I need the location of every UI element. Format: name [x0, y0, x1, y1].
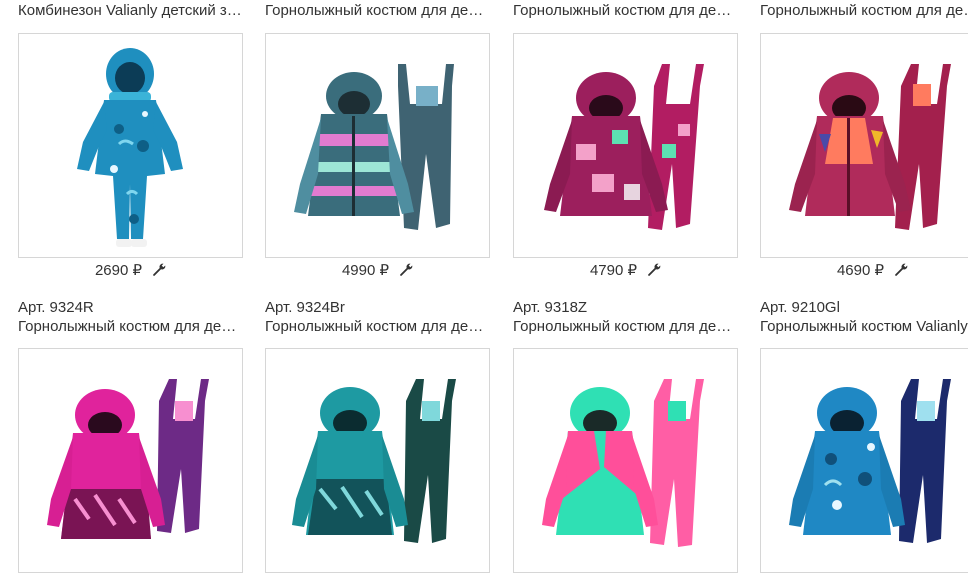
article-number: Арт. 9324R [18, 299, 94, 316]
ski-suit-image [789, 379, 951, 543]
product-name-link[interactable]: Горнолыжный костюм для девочки [265, 1, 490, 20]
product-photo[interactable] [18, 348, 243, 573]
article-number: Арт. 9318Z [513, 299, 588, 316]
product-name-link[interactable]: Горнолыжный костюм для девочки [760, 1, 968, 20]
price[interactable]: 2690 ₽ [95, 261, 142, 279]
product-name-link[interactable]: Горнолыжный костюм для девочки [513, 317, 738, 336]
product-name-link[interactable]: Горнолыжный костюм для девочки [18, 317, 243, 336]
product-photo[interactable] [760, 348, 968, 573]
product-photo[interactable] [18, 33, 243, 258]
product-name-link[interactable]: Комбинезон Valianly детский зимний [18, 1, 243, 20]
ski-suit-image [789, 64, 951, 230]
product-photo[interactable] [265, 348, 490, 573]
wrench-icon[interactable] [152, 263, 166, 277]
wrench-icon[interactable] [894, 263, 908, 277]
ski-suit-image [544, 64, 704, 230]
product-photo[interactable] [513, 348, 738, 573]
wrench-icon[interactable] [399, 263, 413, 277]
product-photo[interactable] [513, 33, 738, 258]
article-number: Арт. 9210Gl [760, 299, 840, 316]
article-number: Арт. 9324Br [265, 299, 345, 316]
ski-suit-image [47, 379, 209, 539]
product-name-link[interactable]: Горнолыжный костюм для девочки [265, 317, 490, 336]
product-photo[interactable] [760, 33, 968, 258]
ski-suit-image [292, 379, 456, 543]
price-row: 4990 ₽ [265, 261, 490, 281]
ski-suit-image [542, 379, 704, 547]
price[interactable]: 4790 ₽ [590, 261, 637, 279]
product-name-link[interactable]: Горнолыжный костюм Valianly детский [760, 317, 968, 336]
price[interactable]: 4990 ₽ [342, 261, 389, 279]
product-name-link[interactable]: Горнолыжный костюм для девочки [513, 1, 738, 20]
price-row: 4790 ₽ [513, 261, 738, 281]
product-photo[interactable] [265, 33, 490, 258]
price[interactable]: 4690 ₽ [837, 261, 884, 279]
wrench-icon[interactable] [647, 263, 661, 277]
kids-snowsuit-image [77, 48, 183, 247]
price-row: 4690 ₽ [760, 261, 968, 281]
ski-suit-image [294, 64, 454, 230]
price-row: 2690 ₽ [18, 261, 243, 281]
